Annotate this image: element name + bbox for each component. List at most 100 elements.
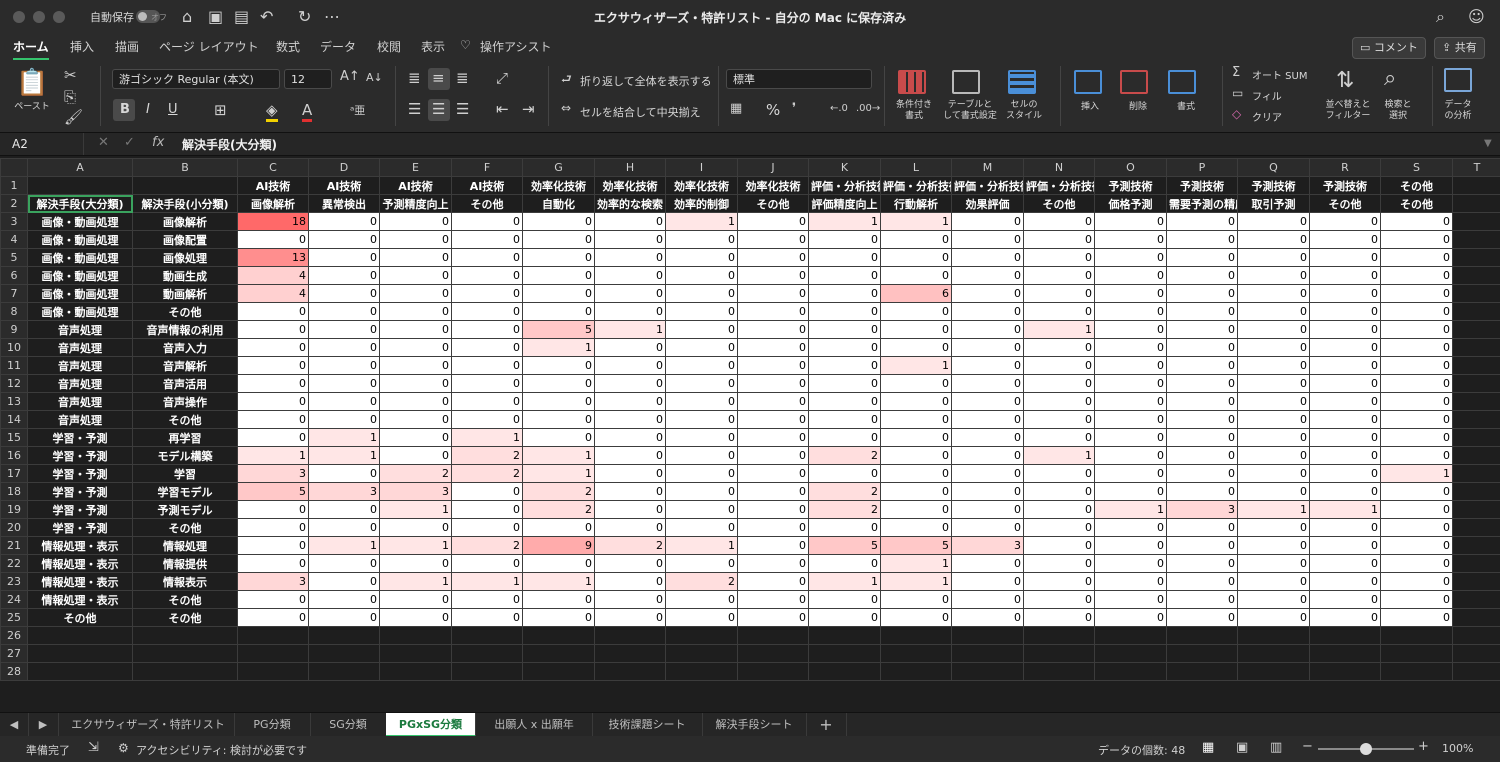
value-cell[interactable]: 0 [451,230,523,249]
value-cell[interactable]: 0 [1023,590,1095,609]
select-all-corner[interactable] [0,158,28,177]
value-cell[interactable]: 1 [880,356,952,375]
value-cell[interactable]: 0 [594,518,666,537]
header-cell[interactable]: 効率化技術 [737,176,809,195]
percent-button[interactable]: % [766,101,780,119]
value-cell[interactable]: 0 [1380,482,1453,501]
header-cell[interactable]: 予測技術 [1094,176,1167,195]
conditional-format-icon[interactable] [898,70,926,94]
header-cell[interactable]: 行動解析 [880,194,952,213]
value-cell[interactable]: 0 [737,302,809,321]
empty-cell[interactable] [737,662,809,681]
value-cell[interactable]: 0 [808,464,881,483]
empty-cell[interactable] [237,626,309,645]
value-cell[interactable]: 0 [1380,338,1453,357]
value-cell[interactable]: 0 [665,608,738,627]
empty-cell[interactable] [451,644,523,663]
value-cell[interactable]: 0 [951,446,1024,465]
value-cell[interactable]: 0 [379,284,452,303]
value-cell[interactable]: 0 [1237,590,1310,609]
value-cell[interactable]: 0 [594,608,666,627]
align-right-icon[interactable]: ☰ [456,100,469,118]
value-cell[interactable]: 0 [1094,410,1167,429]
minor-category-cell[interactable]: 情報表示 [132,572,238,591]
minor-category-cell[interactable]: 画像解析 [132,212,238,231]
header-cell[interactable]: 予測技術 [1166,176,1238,195]
value-cell[interactable]: 0 [451,392,523,411]
major-category-cell[interactable]: 音声処理 [27,320,133,339]
value-cell[interactable]: 0 [737,500,809,519]
value-cell[interactable]: 0 [379,230,452,249]
value-cell[interactable]: 0 [451,338,523,357]
value-cell[interactable]: 0 [594,482,666,501]
phonetic-icon[interactable]: ᵃ亜 [350,102,365,118]
empty-cell[interactable] [1452,284,1500,303]
empty-cell[interactable] [1452,572,1500,591]
value-cell[interactable]: 0 [522,554,595,573]
value-cell[interactable]: 0 [237,374,309,393]
value-cell[interactable]: 0 [665,356,738,375]
value-cell[interactable]: 0 [1237,212,1310,231]
header-cell[interactable]: AI技術 [237,176,309,195]
header-cell[interactable]: 自動化 [522,194,595,213]
value-cell[interactable]: 0 [594,374,666,393]
format-as-table-icon[interactable] [952,70,980,94]
value-cell[interactable]: 0 [880,248,952,267]
cancel-icon[interactable]: ✕ [98,135,109,150]
value-cell[interactable]: 0 [379,212,452,231]
page-layout-view-icon[interactable]: ▣ [1236,740,1248,755]
header-cell[interactable]: 価格予測 [1094,194,1167,213]
value-cell[interactable]: 0 [1166,464,1238,483]
value-cell[interactable]: 0 [1309,428,1381,447]
empty-cell[interactable] [1309,662,1381,681]
value-cell[interactable]: 0 [1166,212,1238,231]
value-cell[interactable]: 0 [451,212,523,231]
value-cell[interactable]: 0 [880,374,952,393]
value-cell[interactable]: 4 [237,284,309,303]
value-cell[interactable]: 0 [522,518,595,537]
maximize-window-icon[interactable] [53,11,65,23]
value-cell[interactable]: 0 [237,536,309,555]
major-category-cell[interactable]: 情報処理・表示 [27,554,133,573]
value-cell[interactable]: 0 [379,392,452,411]
row-header[interactable]: 1 [0,176,28,195]
value-cell[interactable]: 0 [1166,536,1238,555]
header-cell[interactable]: 効率化技術 [665,176,738,195]
fill-icon[interactable]: ▭ [1232,86,1243,100]
normal-view-icon[interactable]: ▦ [1202,740,1214,755]
value-cell[interactable]: 0 [880,320,952,339]
value-cell[interactable]: 0 [880,518,952,537]
value-cell[interactable]: 0 [594,302,666,321]
empty-cell[interactable] [665,644,738,663]
value-cell[interactable]: 1 [880,572,952,591]
value-cell[interactable]: 0 [665,410,738,429]
value-cell[interactable]: 0 [808,590,881,609]
value-cell[interactable]: 0 [1023,248,1095,267]
row-header[interactable]: 3 [0,212,28,231]
value-cell[interactable]: 1 [308,536,380,555]
value-cell[interactable]: 0 [308,248,380,267]
account-icon[interactable]: ☺ [1468,7,1485,26]
empty-cell[interactable] [951,644,1024,663]
empty-cell[interactable] [522,644,595,663]
empty-cell[interactable] [237,644,309,663]
column-header[interactable]: E [379,158,452,177]
value-cell[interactable]: 0 [665,500,738,519]
value-cell[interactable]: 0 [808,338,881,357]
value-cell[interactable]: 0 [737,446,809,465]
value-cell[interactable]: 0 [451,320,523,339]
value-cell[interactable]: 0 [665,320,738,339]
clear-icon[interactable]: ◇ [1232,107,1241,121]
value-cell[interactable]: 1 [880,212,952,231]
value-cell[interactable]: 0 [308,590,380,609]
header-cell[interactable]: 評価・分析技術 [951,176,1024,195]
value-cell[interactable]: 0 [1023,338,1095,357]
value-cell[interactable]: 0 [379,302,452,321]
minor-category-cell[interactable]: 動画解析 [132,284,238,303]
value-cell[interactable]: 0 [1380,428,1453,447]
value-cell[interactable]: 0 [951,410,1024,429]
value-cell[interactable]: 0 [880,410,952,429]
value-cell[interactable]: 0 [737,554,809,573]
empty-cell[interactable] [1452,410,1500,429]
value-cell[interactable]: 0 [1237,302,1310,321]
